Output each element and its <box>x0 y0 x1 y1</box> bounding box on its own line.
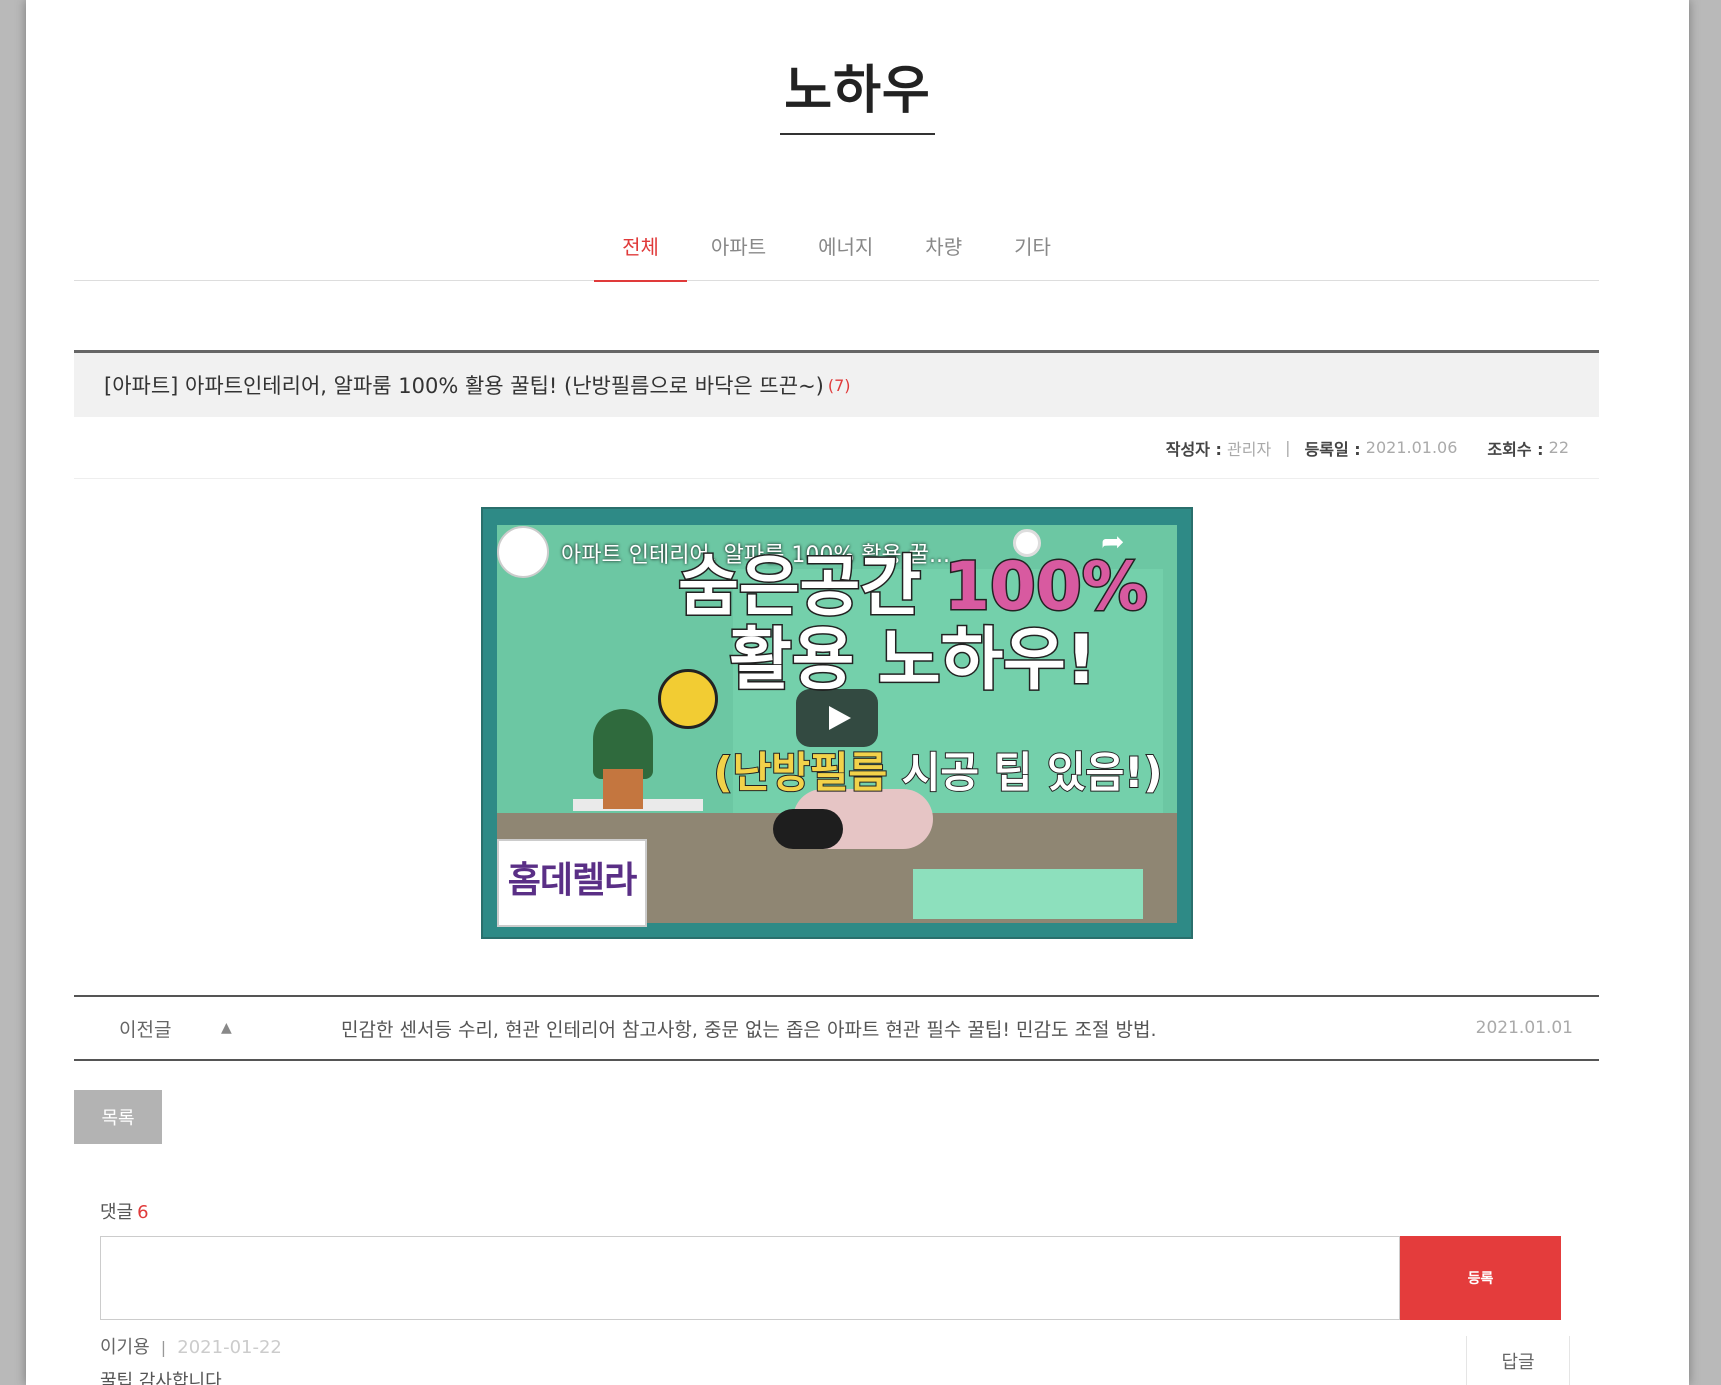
channel-logo: 홈데렐라 <box>497 839 647 927</box>
comment-date: 2021-01-22 <box>177 1337 282 1358</box>
black-cushion-image <box>773 809 843 849</box>
post-title: [아파트] 아파트인테리어, 알파룸 100% 활용 꿀팁! (난방필름으로 바… <box>104 374 824 398</box>
views-value: 22 <box>1548 438 1569 457</box>
page-title: 노하우 <box>780 48 935 135</box>
post-title-bar: [아파트] 아파트인테리어, 알파룸 100% 활용 꿀팁! (난방필름으로 바… <box>74 350 1599 417</box>
headline-line-2: 활용 노하우! <box>728 621 1099 700</box>
plant-pot-image <box>603 769 643 809</box>
post-meta: 작성자 : 관리자 | 등록일 : 2021.01.06 조회수 : 22 <box>74 417 1599 479</box>
thumbnail-headline: 숨은공간 100% 활용 노하우! <box>663 548 1163 700</box>
tab-all[interactable]: 전체 <box>594 225 687 282</box>
tab-etc[interactable]: 기타 <box>998 225 1067 281</box>
page-header: 노하우 <box>26 48 1689 135</box>
prev-post-title[interactable]: 민감한 센서등 수리, 현관 인테리어 참고사항, 중문 없는 좁은 아파트 현… <box>291 1015 1476 1042</box>
category-tabs: 전체 아파트 에너지 차량 기타 <box>74 225 1599 282</box>
date-value: 2021.01.06 <box>1365 438 1458 457</box>
views-label: 조회수 : <box>1487 439 1544 459</box>
comment-author: 이기용 <box>100 1337 150 1358</box>
tab-vehicle[interactable]: 차량 <box>909 225 978 281</box>
youtube-video-embed[interactable]: 아파트 인테리어, 알파룸 100% 활용 꿀... ➦ 숨은공간 100% 활… <box>481 507 1193 939</box>
page-container: 노하우 전체 아파트 에너지 차량 기타 [아파트] 아파트인테리어, 알파룸 … <box>26 0 1689 1385</box>
prev-post-date: 2021.01.01 <box>1475 1018 1573 1038</box>
headline-line-1-pink: 100% <box>942 548 1149 625</box>
headline-line-1: 숨은공간 <box>677 548 923 625</box>
headline-line-3: (난방필름 시공 팁 있음!) <box>712 747 1163 798</box>
list-button[interactable]: 목록 <box>74 1090 162 1144</box>
comment-item: 이기용 | 2021-01-22 꿀팁 감사합니다 <box>100 1333 1600 1385</box>
caret-up-icon: ▲ <box>221 1020 232 1036</box>
comment-input[interactable] <box>100 1236 1400 1320</box>
comment-submit-button[interactable]: 등록 <box>1400 1236 1561 1320</box>
date-label: 등록일 : <box>1304 439 1361 459</box>
tab-apartment[interactable]: 아파트 <box>695 225 782 281</box>
author-label: 작성자 : <box>1165 439 1222 459</box>
comment-separator: | <box>160 1338 167 1357</box>
comment-text: 꿀팁 감사합니다 <box>100 1371 222 1385</box>
post-comment-count: (7) <box>827 375 851 395</box>
video-thumbnail-mat <box>913 869 1143 919</box>
play-button[interactable] <box>796 689 878 747</box>
channel-avatar[interactable] <box>497 526 549 578</box>
previous-post-row[interactable]: 이전글 ▲ 민감한 센서등 수리, 현관 인테리어 참고사항, 중문 없는 좁은… <box>74 995 1599 1061</box>
comments-header: 댓글 6 <box>100 1198 149 1224</box>
author-value: 관리자 <box>1227 439 1272 459</box>
comments-count: 6 <box>137 1202 149 1223</box>
reply-button[interactable]: 답글 <box>1466 1336 1570 1385</box>
meta-separator: | <box>1285 438 1291 457</box>
comments-label: 댓글 <box>100 1202 134 1223</box>
tab-energy[interactable]: 에너지 <box>802 225 889 281</box>
prev-post-label: 이전글 <box>119 1018 172 1041</box>
